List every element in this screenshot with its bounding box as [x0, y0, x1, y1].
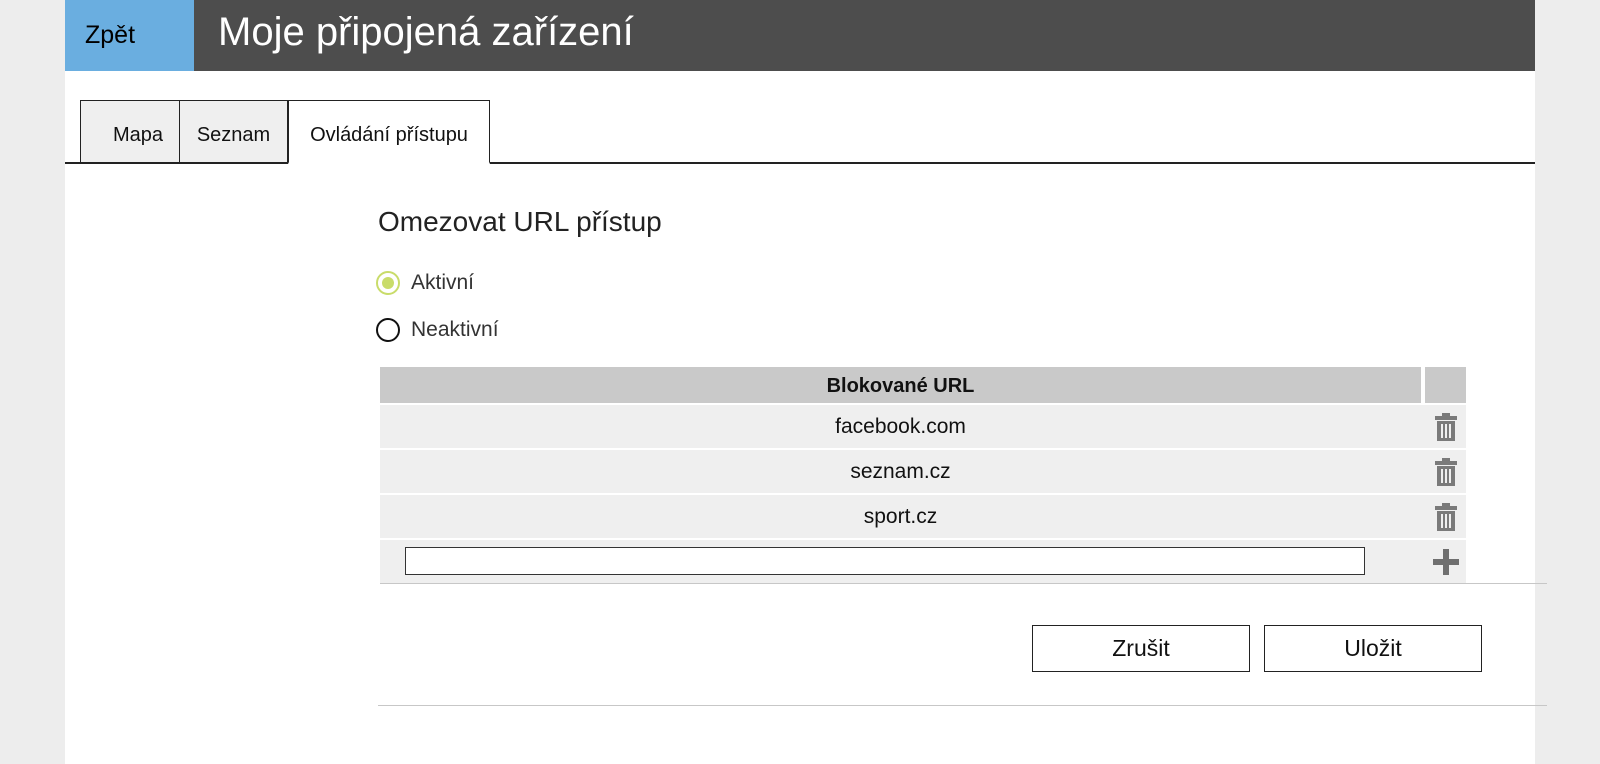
tab-list[interactable]: Seznam	[179, 100, 288, 163]
url-cell: seznam.cz	[850, 460, 951, 483]
add-url-button[interactable]	[1425, 540, 1466, 583]
new-url-input[interactable]	[405, 547, 1365, 575]
trash-icon[interactable]	[1434, 412, 1457, 441]
table-header: Blokované URL	[380, 367, 1421, 403]
page-title: Moje připojená zařízení	[218, 10, 634, 54]
table-row: facebook.com	[380, 405, 1466, 448]
radio-inactive-label: Neaktivní	[411, 318, 499, 341]
radio-inactive-option[interactable]: Neaktivní	[376, 315, 499, 345]
trash-icon[interactable]	[1434, 457, 1457, 486]
back-button[interactable]: Zpět	[65, 0, 194, 71]
radio-inactive[interactable]	[376, 318, 400, 342]
cancel-button[interactable]: Zrušit	[1032, 625, 1250, 672]
table-bottom-divider	[380, 583, 1547, 584]
page: Zpět Moje připojená zařízení Mapa Seznam…	[65, 0, 1547, 764]
header-bar: Zpět Moje připojená zařízení	[65, 0, 1535, 71]
radio-active-label: Aktivní	[411, 271, 475, 294]
table-row-new-url	[380, 540, 1466, 583]
save-button[interactable]: Uložit	[1264, 625, 1482, 672]
url-cell: sport.cz	[863, 505, 938, 528]
radio-active-option[interactable]: Aktivní	[376, 268, 474, 298]
delete-url-button[interactable]	[1425, 405, 1466, 448]
plus-icon[interactable]	[1432, 548, 1459, 575]
trash-icon[interactable]	[1434, 502, 1457, 531]
table-row: sport.cz	[380, 495, 1466, 538]
table-row: seznam.cz	[380, 450, 1466, 493]
section-title: Omezovat URL přístup	[378, 206, 662, 237]
url-cell: facebook.com	[835, 415, 966, 438]
delete-url-button[interactable]	[1425, 495, 1466, 538]
tab-access-control[interactable]: Ovládání přístupu	[288, 100, 490, 164]
radio-active[interactable]	[376, 271, 400, 295]
table-header-action	[1425, 367, 1466, 403]
bottom-divider	[378, 705, 1547, 706]
delete-url-button[interactable]	[1425, 450, 1466, 493]
